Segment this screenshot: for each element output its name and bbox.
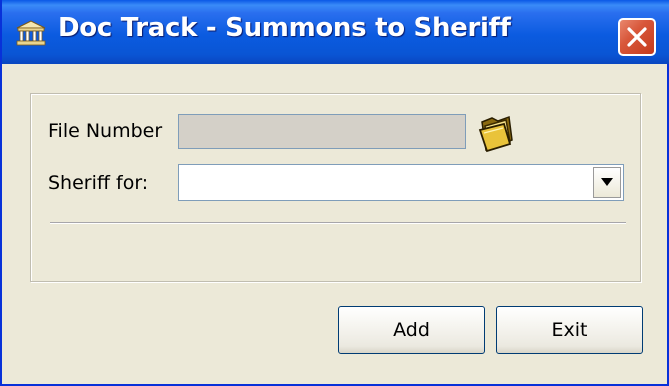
dropdown-button[interactable]	[593, 167, 621, 198]
sheriff-for-label: Sheriff for:	[48, 172, 149, 194]
title-bar[interactable]: Doc Track - Summons to Sheriff	[2, 0, 669, 64]
add-button[interactable]: Add	[338, 306, 485, 354]
dialog-window: Doc Track - Summons to Sheriff File Numb…	[0, 0, 669, 386]
close-icon	[627, 27, 647, 47]
window-title: Doc Track - Summons to Sheriff	[58, 13, 511, 43]
file-number-label: File Number	[48, 120, 163, 142]
building-columns-icon	[16, 20, 46, 46]
close-button[interactable]	[618, 18, 656, 56]
separator	[50, 222, 626, 224]
exit-button[interactable]: Exit	[496, 306, 643, 354]
file-number-field	[178, 114, 466, 149]
chevron-down-icon	[601, 178, 613, 186]
sheriff-for-select[interactable]	[178, 164, 624, 201]
folder-icon[interactable]	[476, 112, 516, 154]
